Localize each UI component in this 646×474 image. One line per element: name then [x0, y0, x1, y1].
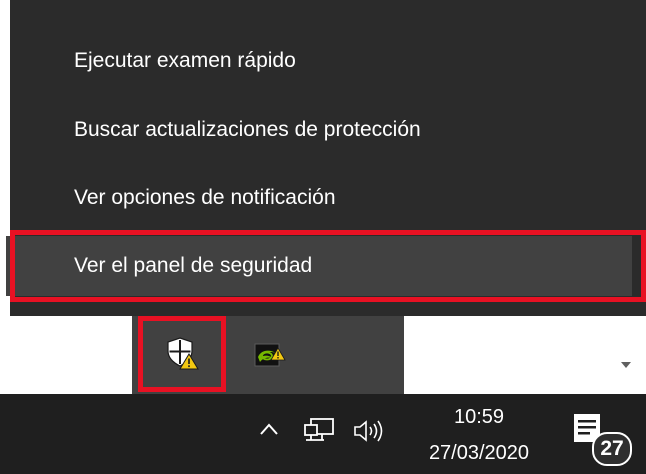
screen: Ejecutar examen rápido Buscar actualizac… — [0, 0, 646, 474]
tray-scroll-area — [404, 316, 646, 394]
volume-icon[interactable] — [352, 418, 388, 444]
scroll-down-icon[interactable] — [621, 362, 631, 368]
action-center-button[interactable]: 27 — [572, 412, 632, 468]
clock-time: 10:59 — [453, 406, 505, 428]
network-icon[interactable] — [302, 416, 336, 444]
notification-count-badge: 27 — [592, 432, 632, 466]
menu-item-notification-options[interactable]: Ver opciones de notificación — [6, 168, 632, 228]
chevron-up-icon[interactable] — [256, 416, 282, 442]
clock-date: 27/03/2020 — [428, 442, 530, 464]
nvidia-icon[interactable] — [252, 338, 286, 372]
windows-security-warning-icon[interactable] — [166, 336, 200, 370]
menu-item-security-dashboard[interactable]: Ver el panel de seguridad — [6, 236, 632, 296]
menu-item-check-updates[interactable]: Buscar actualizaciones de protección — [6, 100, 632, 160]
menu-item-quick-scan[interactable]: Ejecutar examen rápido — [6, 31, 632, 91]
taskbar-clock[interactable]: 10:59 27/03/2020 — [404, 400, 554, 470]
